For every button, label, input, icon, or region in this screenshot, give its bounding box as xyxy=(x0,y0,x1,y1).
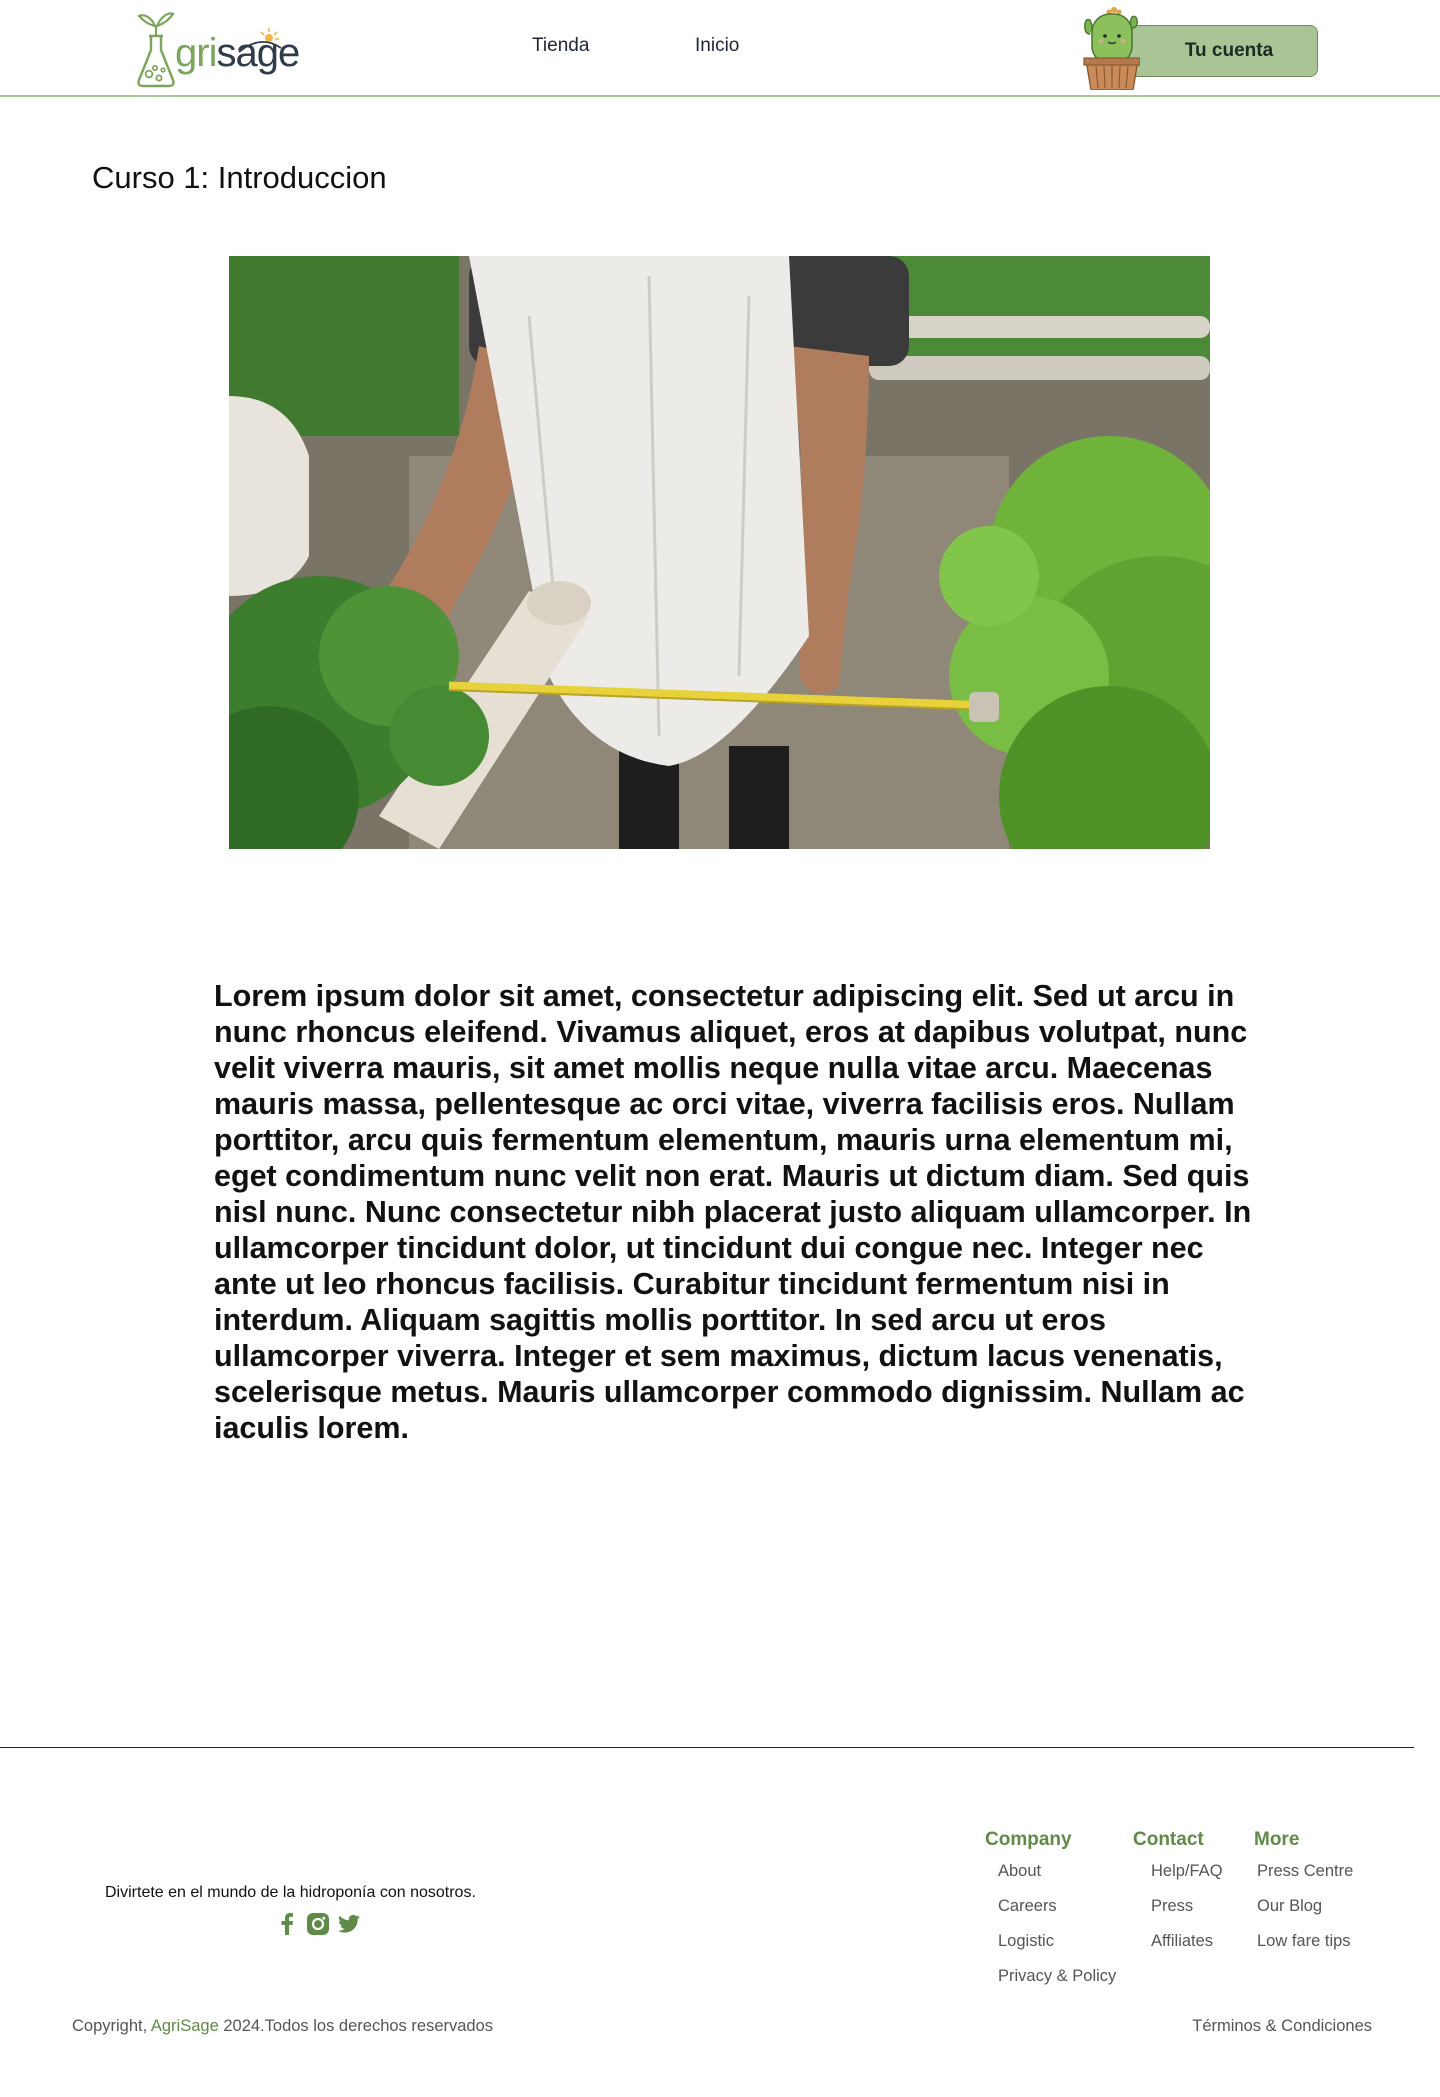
agrisage-logo[interactable]: grisage xyxy=(133,6,300,92)
footer-tagline: Divirtete en el mundo de la hidroponía c… xyxy=(105,1884,476,1901)
logo-wordmark: grisage xyxy=(175,31,300,75)
account-button[interactable]: Tu cuenta xyxy=(1124,25,1318,77)
nav-link-tienda[interactable]: Tienda xyxy=(532,35,589,57)
hydroponics-video-thumbnail xyxy=(229,256,1210,849)
course-description: Lorem ipsum dolor sit amet, consectetur … xyxy=(214,979,1252,1445)
facebook-icon[interactable] xyxy=(276,1913,298,1935)
twitter-icon[interactable] xyxy=(338,1913,360,1935)
footer-column-company: Company About Careers Logistic Privacy &… xyxy=(985,1829,1116,1999)
terms-link[interactable]: Términos & Condiciones xyxy=(1192,2017,1372,2036)
footer-link-low-fare-tips[interactable]: Low fare tips xyxy=(1257,1929,1353,1964)
copyright-prefix: Copyright, xyxy=(72,2017,151,2035)
copyright-brand: AgriSage xyxy=(150,2017,219,2035)
site-header: grisage Tienda Inicio Tu cuenta xyxy=(0,0,1440,97)
footer-link-press[interactable]: Press xyxy=(1151,1894,1223,1929)
footer-link-help-faq[interactable]: Help/FAQ xyxy=(1151,1859,1223,1894)
cactus-icon xyxy=(1083,7,1140,90)
footer-link-press-centre[interactable]: Press Centre xyxy=(1257,1859,1353,1894)
footer-heading-contact: Contact xyxy=(1133,1829,1204,1850)
footer-column-more: More Press Centre Our Blog Low fare tips xyxy=(1254,1829,1353,1964)
copyright-notice: Copyright, AgriSage 2024.Todos los derec… xyxy=(72,2017,493,2036)
social-links xyxy=(276,1913,360,1935)
course-video[interactable] xyxy=(229,256,1210,849)
footer-heading-company: Company xyxy=(985,1829,1072,1850)
footer-link-logistic[interactable]: Logistic xyxy=(998,1929,1116,1964)
footer-column-contact: Contact Help/FAQ Press Affiliates xyxy=(1133,1829,1223,1964)
course-title: Curso 1: Introduccion xyxy=(92,160,387,195)
footer-divider xyxy=(0,1747,1414,1748)
nav-link-inicio[interactable]: Inicio xyxy=(695,35,739,57)
footer-heading-more: More xyxy=(1254,1829,1300,1850)
footer-link-careers[interactable]: Careers xyxy=(998,1894,1116,1929)
footer-link-about[interactable]: About xyxy=(998,1859,1116,1894)
copyright-suffix: 2024.Todos los derechos reservados xyxy=(218,2017,494,2035)
footer-link-our-blog[interactable]: Our Blog xyxy=(1257,1894,1353,1929)
footer-link-privacy-policy[interactable]: Privacy & Policy xyxy=(998,1964,1116,1999)
footer-link-affiliates[interactable]: Affiliates xyxy=(1151,1929,1223,1964)
instagram-icon[interactable] xyxy=(307,1913,329,1935)
